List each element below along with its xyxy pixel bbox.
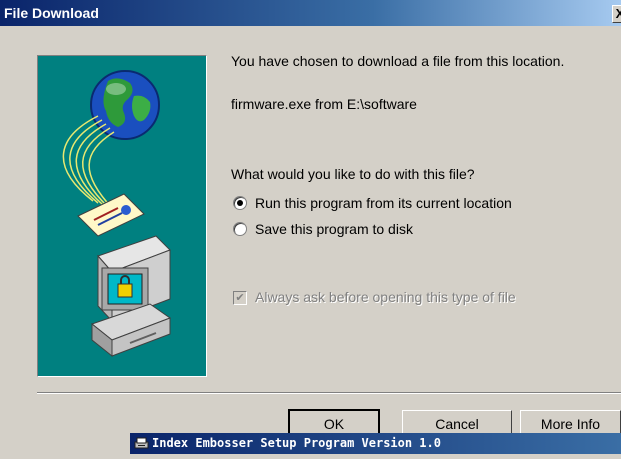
always-ask-checkbox[interactable]: ✔: [233, 291, 247, 305]
question-text: What would you like to do with this file…: [231, 166, 475, 182]
download-illustration: [37, 55, 207, 377]
save-radio[interactable]: [233, 222, 247, 236]
globe-icon: [90, 70, 160, 140]
title-bar[interactable]: File Download X: [0, 0, 621, 26]
window-title: File Download: [4, 5, 99, 21]
signal-lines: [62, 115, 115, 210]
close-icon: X: [615, 6, 621, 21]
intro-text: You have chosen to download a file from …: [231, 53, 565, 69]
file-info-text: firmware.exe from E:\software: [231, 96, 417, 112]
computer-lock-icon: [90, 235, 172, 358]
checkmark-icon: ✔: [235, 292, 245, 304]
close-button[interactable]: X: [612, 5, 621, 23]
document-icon: [77, 193, 145, 237]
save-option-label[interactable]: Save this program to disk: [255, 221, 413, 237]
setup-icon: [134, 437, 149, 449]
setup-program-titlebar[interactable]: Index Embosser Setup Program Version 1.0: [130, 433, 621, 454]
run-option-label[interactable]: Run this program from its current locati…: [255, 195, 512, 211]
illustration-art: [62, 70, 172, 358]
file-download-dialog: File Download X You have chosen to downl…: [0, 0, 621, 459]
setup-program-title: Index Embosser Setup Program Version 1.0: [152, 436, 441, 450]
always-ask-label: Always ask before opening this type of f…: [255, 289, 516, 305]
run-radio[interactable]: [233, 196, 247, 210]
separator: [37, 392, 621, 394]
